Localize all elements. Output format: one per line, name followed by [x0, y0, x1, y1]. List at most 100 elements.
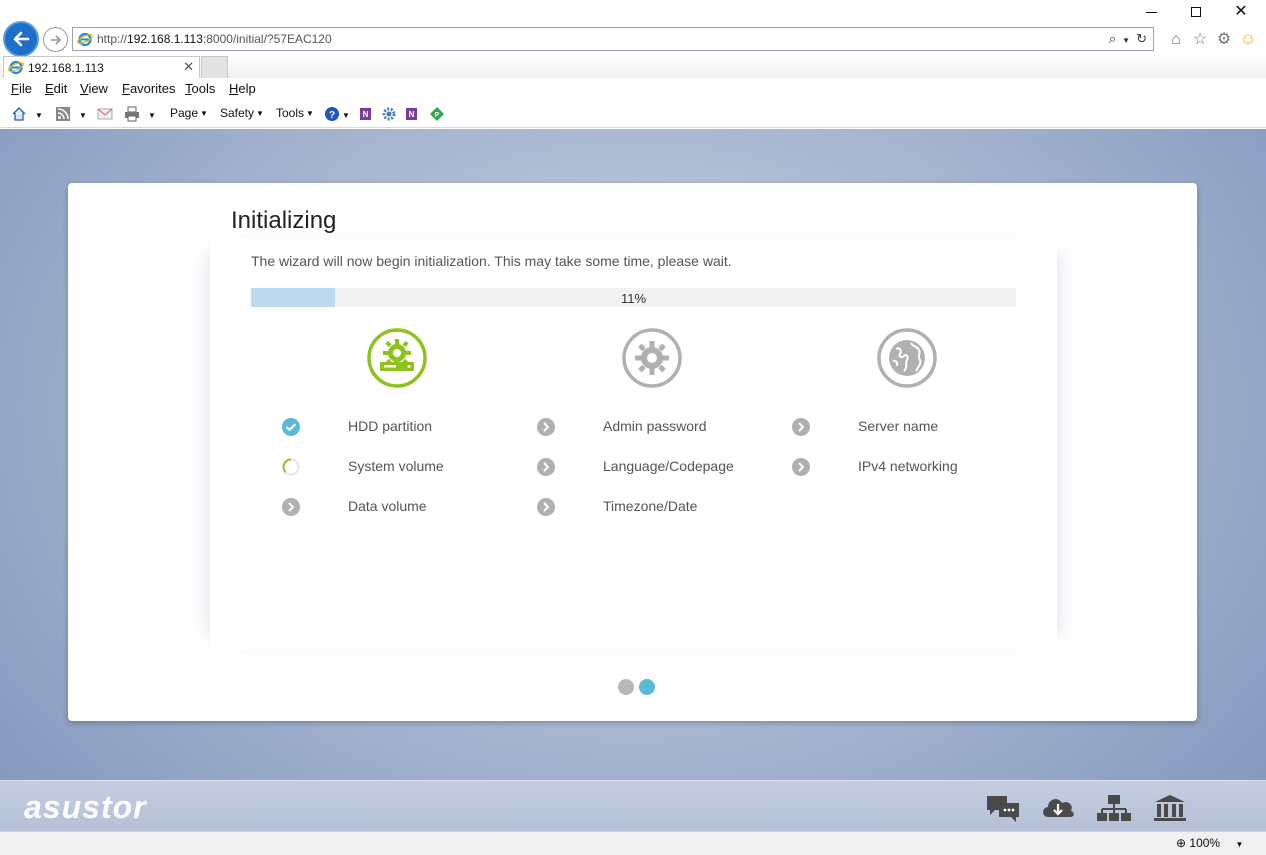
- globe-icon: [877, 328, 937, 388]
- svg-text:?: ?: [329, 110, 335, 121]
- hdd-gear-icon: [367, 328, 427, 388]
- settings-command[interactable]: [381, 106, 397, 122]
- gear-icon[interactable]: ⚙: [1214, 29, 1234, 49]
- menu-view[interactable]: View: [80, 81, 108, 96]
- page-dot-1[interactable]: [618, 679, 634, 695]
- home-icon[interactable]: ⌂: [1166, 31, 1186, 49]
- menu-help[interactable]: Help: [229, 81, 256, 96]
- menu-edit[interactable]: Edit: [45, 81, 67, 96]
- home-icon: [12, 107, 26, 121]
- forward-button[interactable]: [43, 27, 68, 52]
- command-bar: ▼ ▼ ▼ Page ▼ Safety ▼ Tools ▼ ? ▼ N N P: [0, 100, 1266, 128]
- svg-text:N: N: [409, 110, 415, 119]
- menu-tools[interactable]: Tools: [185, 81, 215, 96]
- step-label: Data volume: [348, 498, 427, 514]
- chevron-down-icon[interactable]: ▼: [1122, 36, 1130, 45]
- new-tab-button[interactable]: [201, 56, 228, 78]
- tab-strip: 192.168.1.113 ✕: [0, 56, 1266, 78]
- onenote-command[interactable]: N: [358, 106, 374, 122]
- step-hdd-partition: HDD partition: [268, 417, 523, 441]
- onenote-link-icon: N: [406, 108, 417, 120]
- home-command[interactable]: ▼: [11, 106, 43, 122]
- help-icon: ?: [325, 107, 339, 121]
- mail-command[interactable]: [97, 106, 113, 122]
- wizard-title: Initializing: [231, 207, 337, 234]
- print-command[interactable]: ▼: [124, 106, 156, 122]
- step-timezone-date: Timezone/Date: [523, 497, 778, 521]
- nas-web-page: Initializing The wizard will now begin i…: [0, 129, 1266, 831]
- safety-menu[interactable]: Safety ▼: [220, 106, 264, 120]
- close-tab-icon[interactable]: ✕: [183, 59, 194, 75]
- chat-icon[interactable]: [985, 793, 1021, 823]
- gear-icon: [382, 107, 396, 121]
- onenote-linked-command[interactable]: N: [404, 106, 420, 122]
- onenote-icon: N: [360, 108, 371, 120]
- zoom-icon: ⊕: [1176, 836, 1187, 850]
- spinner-icon: [282, 458, 300, 476]
- step-label: IPv4 networking: [858, 458, 958, 474]
- gear-icon: [622, 328, 682, 388]
- refresh-icon[interactable]: ↻: [1136, 31, 1147, 46]
- svg-text:N: N: [363, 110, 369, 119]
- tools-menu[interactable]: Tools ▼: [276, 106, 314, 120]
- arrow-right-icon: [51, 35, 62, 45]
- phase-storage: HDD partition System volume Data volume: [268, 327, 523, 527]
- step-label: System volume: [348, 458, 444, 474]
- feeds-command[interactable]: ▼: [55, 106, 87, 122]
- extension-command[interactable]: P: [429, 106, 445, 122]
- tab-title: 192.168.1.113: [28, 61, 104, 75]
- chevron-circle-icon: [537, 498, 555, 516]
- bank-icon[interactable]: [1152, 793, 1188, 823]
- step-label: Server name: [858, 418, 939, 434]
- minimize-button[interactable]: [1141, 4, 1161, 20]
- step-label: Admin password: [603, 418, 707, 434]
- back-button[interactable]: [3, 21, 39, 57]
- rss-icon: [56, 107, 70, 121]
- ie-icon: [8, 60, 24, 75]
- step-admin-password: Admin password: [523, 417, 778, 441]
- browser-tab[interactable]: 192.168.1.113 ✕: [3, 56, 200, 78]
- step-language-codepage: Language/Codepage: [523, 457, 778, 481]
- chevron-circle-icon: [792, 458, 810, 476]
- menu-favorites[interactable]: Favorites: [122, 81, 175, 96]
- wizard-description: The wizard will now begin initialization…: [251, 253, 732, 269]
- chevron-down-icon: ▼: [1235, 840, 1244, 849]
- page-dot-2[interactable]: [639, 679, 655, 695]
- maximize-button[interactable]: [1186, 4, 1206, 20]
- mail-icon: [97, 108, 113, 120]
- step-server-name: Server name: [778, 417, 1033, 441]
- address-bar[interactable]: http://192.168.1.113:8000/initial/?57EAC…: [72, 27, 1154, 51]
- chevron-circle-icon: [537, 418, 555, 436]
- check-circle-icon: [282, 418, 300, 436]
- printer-icon: [125, 106, 139, 122]
- step-label: Language/Codepage: [603, 458, 734, 474]
- ie-icon: [77, 32, 93, 47]
- phase-network: Server name IPv4 networking: [778, 327, 1033, 527]
- menu-file[interactable]: File: [11, 81, 32, 96]
- chevron-circle-icon: [537, 458, 555, 476]
- star-icon[interactable]: ☆: [1190, 29, 1210, 49]
- close-window-button[interactable]: ✕: [1231, 4, 1251, 20]
- url-text: http://192.168.1.113:8000/initial/?57EAC…: [97, 32, 332, 46]
- step-data-volume: Data volume: [268, 497, 523, 521]
- zoom-control[interactable]: ⊕ 100% ▼: [1176, 836, 1243, 850]
- navigation-bar: http://192.168.1.113:8000/initial/?57EAC…: [0, 20, 1266, 57]
- step-label: Timezone/Date: [603, 498, 698, 514]
- step-label: HDD partition: [348, 418, 433, 434]
- page-menu[interactable]: Page ▼: [170, 106, 208, 120]
- cloud-download-icon[interactable]: [1040, 793, 1076, 823]
- progress-percent: 11%: [620, 291, 647, 306]
- help-command[interactable]: ? ▼: [324, 106, 350, 122]
- smiley-icon[interactable]: ☺: [1238, 31, 1258, 49]
- chevron-circle-icon: [282, 498, 300, 516]
- network-icon[interactable]: [1096, 793, 1132, 823]
- search-icon[interactable]: ⌕: [1109, 31, 1116, 46]
- step-system-volume: System volume: [268, 457, 523, 481]
- phase-system: Admin password Language/Codepage Timezon…: [523, 327, 778, 527]
- wizard-dialog: Initializing The wizard will now begin i…: [68, 183, 1197, 721]
- green-diamond-icon: P: [430, 107, 444, 121]
- asustor-logo: asustor: [24, 789, 147, 825]
- zoom-level: 100%: [1189, 836, 1221, 850]
- chevron-circle-icon: [792, 418, 810, 436]
- nas-taskbar: asustor: [0, 780, 1266, 831]
